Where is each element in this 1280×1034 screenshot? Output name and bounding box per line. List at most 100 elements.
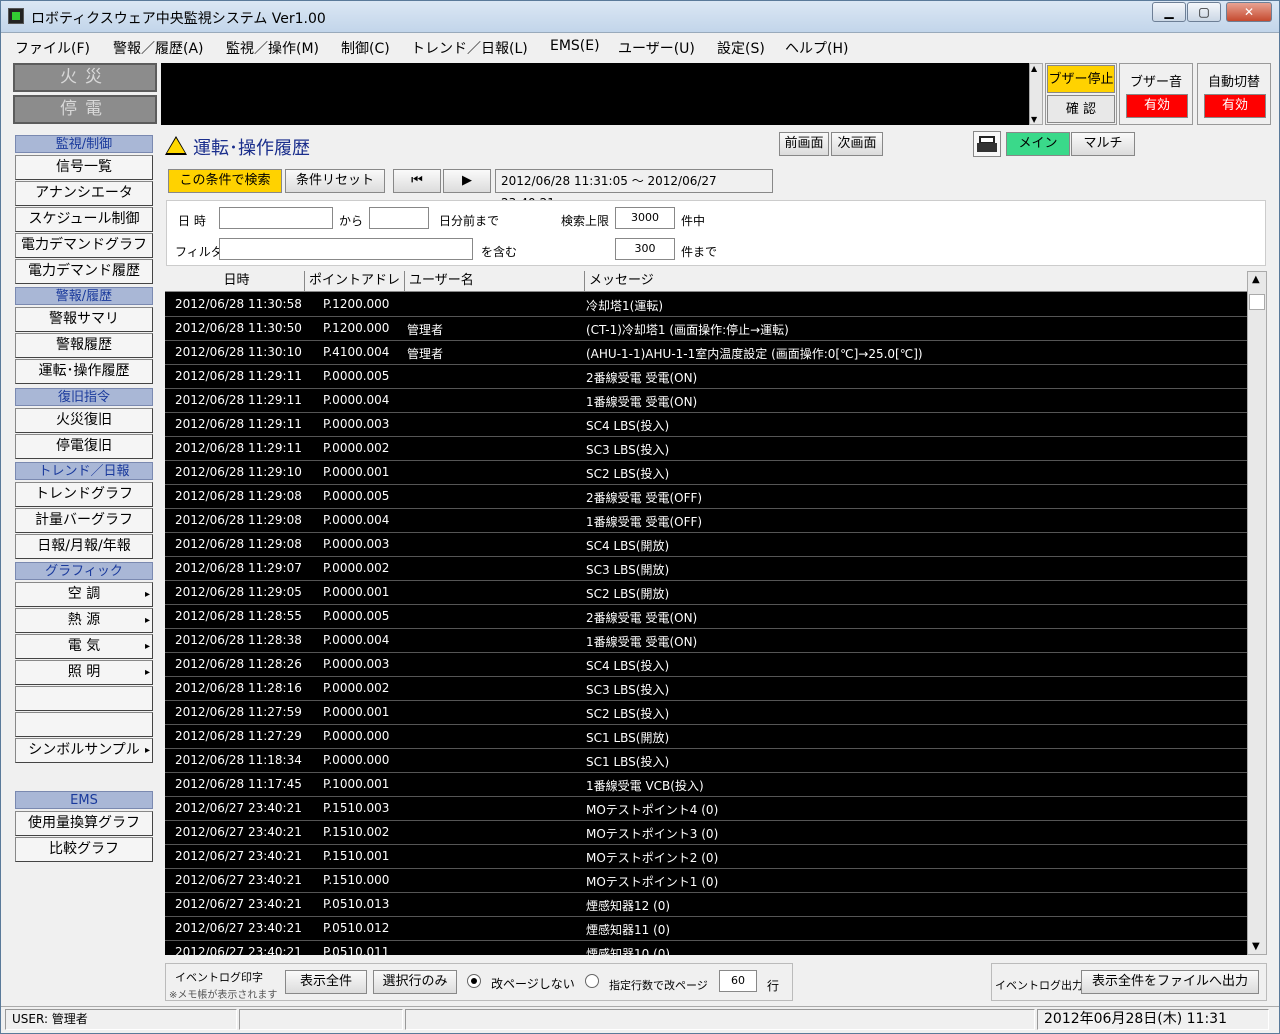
close-button[interactable]: ✕	[1226, 2, 1272, 22]
table-row[interactable]: 2012/06/28 11:27:29 P.0000.000 SC1 LBS(開放)	[165, 725, 1247, 749]
buzzer-sound-toggle[interactable]: 有効	[1126, 94, 1188, 118]
sidebar-item-usage-graph[interactable]: 使用量換算グラフ	[15, 811, 153, 836]
break-by-radio[interactable]	[585, 974, 599, 988]
sidebar-item-annunciator[interactable]: アナンシエータ	[15, 181, 153, 206]
table-row[interactable]: 2012/06/27 23:40:21 P.0510.012 煙感知器11 (0)	[165, 917, 1247, 941]
fire-alarm-button[interactable]: 火災	[13, 63, 157, 92]
table-row[interactable]: 2012/06/28 11:30:58 P.1200.000 冷却塔1(運転)	[165, 293, 1247, 317]
table-row[interactable]: 2012/06/28 11:29:05 P.0000.001 SC2 LBS(開放)	[165, 581, 1247, 605]
menu-ems[interactable]: EMS(E)	[550, 38, 600, 54]
outage-alarm-button[interactable]: 停電	[13, 95, 157, 124]
print-all-button[interactable]: 表示全件	[285, 970, 367, 994]
table-row[interactable]: 2012/06/28 11:30:50 P.1200.000 管理者 (CT-1)冷却…	[165, 317, 1247, 341]
confirm-button[interactable]: 確 認	[1047, 95, 1115, 123]
table-row[interactable]: 2012/06/28 11:29:11 P.0000.003 SC4 LBS(投入)	[165, 413, 1247, 437]
sidebar-item-symbol-sample[interactable]: シンボルサンプル	[15, 738, 153, 763]
reset-button[interactable]: 条件リセット	[285, 169, 385, 193]
menu-settings[interactable]: 設定(S)	[717, 38, 765, 58]
table-row[interactable]: 2012/06/27 23:40:21 P.1510.003 MOテストポイント4 …	[165, 797, 1247, 821]
menu-alarm-history[interactable]: 警報／履歴(A)	[113, 38, 204, 58]
minimize-button[interactable]: ▁	[1152, 2, 1186, 22]
search-limit-input[interactable]: 3000	[615, 207, 675, 229]
alarm-scrollbar[interactable]: ▲ ▼	[1029, 63, 1043, 125]
sidebar-item-fire-recovery[interactable]: 火災復旧	[15, 408, 153, 433]
sidebar-item-empty-2[interactable]	[15, 712, 153, 737]
table-row[interactable]: 2012/06/28 11:27:59 P.0000.001 SC2 LBS(投入)	[165, 701, 1247, 725]
lines-input[interactable]: 60	[719, 970, 757, 992]
table-row[interactable]: 2012/06/28 11:29:08 P.0000.005 2番線受電 受電(OF…	[165, 485, 1247, 509]
multi-view-button[interactable]: マルチ	[1071, 132, 1135, 156]
sidebar-item-electricity[interactable]: 電 気	[15, 634, 153, 659]
display-count-input[interactable]: 300	[615, 238, 675, 260]
table-row[interactable]: 2012/06/28 11:28:55 P.0000.005 2番線受電 受電(ON…	[165, 605, 1247, 629]
table-row[interactable]: 2012/06/28 11:29:10 P.0000.001 SC2 LBS(投入)	[165, 461, 1247, 485]
sidebar-item-operation-history[interactable]: 運転･操作履歴	[15, 359, 153, 384]
col-user-name[interactable]: ユーザー名	[405, 271, 585, 292]
table-row[interactable]: 2012/06/27 23:40:21 P.1510.002 MOテストポイント3 …	[165, 821, 1247, 845]
table-row[interactable]: 2012/06/28 11:17:45 P.1000.001 1番線受電 VCB(投…	[165, 773, 1247, 797]
sidebar-item-outage-recovery[interactable]: 停電復旧	[15, 434, 153, 459]
auto-switch-toggle[interactable]: 有効	[1204, 94, 1266, 118]
sidebar-item-empty-1[interactable]	[15, 686, 153, 711]
main-view-button[interactable]: メイン	[1006, 132, 1070, 156]
sidebar-item-demand-graph[interactable]: 電力デマンドグラフ	[15, 233, 153, 258]
menu-help[interactable]: ヘルプ(H)	[785, 38, 848, 58]
next-screen-button[interactable]: 次画面	[831, 132, 883, 156]
col-point-address[interactable]: ポイントアドレス	[305, 271, 405, 308]
sidebar-item-signal-list[interactable]: 信号一覧	[15, 155, 153, 180]
menu-control[interactable]: 制御(C)	[341, 38, 390, 58]
table-row[interactable]: 2012/06/28 11:18:34 P.0000.000 SC1 LBS(投入)	[165, 749, 1247, 773]
scroll-up-icon[interactable]: ▲	[1252, 274, 1260, 285]
table-row[interactable]: 2012/06/27 23:40:21 P.0510.011 煙感知器10 (0)	[165, 941, 1247, 955]
export-button[interactable]: 表示全件をファイルへ出力	[1081, 970, 1259, 994]
days-input[interactable]	[369, 207, 429, 229]
sidebar-item-trend-graph[interactable]: トレンドグラフ	[15, 482, 153, 507]
table-row[interactable]: 2012/06/28 11:29:11 P.0000.004 1番線受電 受電(ON…	[165, 389, 1247, 413]
sidebar-item-reports[interactable]: 日報/月報/年報	[15, 534, 153, 559]
print-selected-button[interactable]: 選択行のみ	[373, 970, 457, 994]
col-message[interactable]: メッセージ	[585, 271, 1247, 292]
sidebar-item-schedule[interactable]: スケジュール制御	[15, 207, 153, 232]
date-from-input[interactable]	[219, 207, 333, 229]
table-row[interactable]: 2012/06/27 23:40:21 P.0510.013 煙感知器12 (0)	[165, 893, 1247, 917]
scroll-thumb[interactable]	[1249, 294, 1265, 310]
table-row[interactable]: 2012/06/28 11:30:10 P.4100.004 管理者 (AHU-1-1…	[165, 341, 1247, 365]
scroll-down-icon[interactable]: ▼	[1031, 115, 1037, 124]
sidebar-item-heat-source[interactable]: 熱 源	[15, 608, 153, 633]
table-row[interactable]: 2012/06/28 11:28:16 P.0000.002 SC3 LBS(投入)	[165, 677, 1247, 701]
search-button[interactable]: この条件で検索	[168, 169, 282, 193]
sidebar-item-air-conditioning[interactable]: 空 調	[15, 582, 153, 607]
menu-user[interactable]: ユーザー(U)	[618, 38, 695, 58]
table-row[interactable]: 2012/06/28 11:28:26 P.0000.003 SC4 LBS(投入)	[165, 653, 1247, 677]
table-row[interactable]: 2012/06/27 23:40:21 P.1510.001 MOテストポイント2 …	[165, 845, 1247, 869]
table-row[interactable]: 2012/06/28 11:29:11 P.0000.002 SC3 LBS(投入)	[165, 437, 1247, 461]
table-row[interactable]: 2012/06/28 11:29:11 P.0000.005 2番線受電 受電(ON…	[165, 365, 1247, 389]
table-row[interactable]: 2012/06/28 11:28:38 P.0000.004 1番線受電 受電(ON…	[165, 629, 1247, 653]
sidebar-item-alarm-summary[interactable]: 警報サマリ	[15, 307, 153, 332]
sidebar-item-lighting[interactable]: 照 明	[15, 660, 153, 685]
sidebar-item-demand-history[interactable]: 電力デマンド履歴	[15, 259, 153, 284]
sidebar-item-comparison-graph[interactable]: 比較グラフ	[15, 837, 153, 862]
sidebar-item-alarm-history[interactable]: 警報履歴	[15, 333, 153, 358]
table-row[interactable]: 2012/06/28 11:29:08 P.0000.003 SC4 LBS(開放)	[165, 533, 1247, 557]
sidebar-item-bar-graph[interactable]: 計量バーグラフ	[15, 508, 153, 533]
printer-icon[interactable]	[973, 131, 1001, 157]
table-row[interactable]: 2012/06/28 11:29:07 P.0000.002 SC3 LBS(開放)	[165, 557, 1247, 581]
table-row[interactable]: 2012/06/28 11:29:08 P.0000.004 1番線受電 受電(OF…	[165, 509, 1247, 533]
menu-monitor[interactable]: 監視／操作(M)	[226, 38, 319, 58]
table-scrollbar[interactable]: ▲ ▼	[1247, 271, 1267, 955]
first-page-button[interactable]: ⏮	[393, 169, 441, 193]
buzzer-stop-button[interactable]: ブザー停止	[1047, 65, 1115, 93]
menu-file[interactable]: ファイル(F)	[15, 38, 90, 58]
filter-input[interactable]	[219, 238, 473, 260]
prev-screen-button[interactable]: 前画面	[779, 132, 829, 156]
maximize-button[interactable]: ▢	[1187, 2, 1221, 22]
no-break-radio[interactable]	[467, 974, 481, 988]
scroll-up-icon[interactable]: ▲	[1031, 64, 1037, 73]
menu-trend[interactable]: トレンド／日報(L)	[411, 38, 528, 58]
next-page-button[interactable]: ▶	[443, 169, 491, 193]
table-row[interactable]: 2012/06/27 23:40:21 P.1510.000 MOテストポイント1 …	[165, 869, 1247, 893]
scroll-down-icon[interactable]: ▼	[1252, 941, 1260, 952]
history-table[interactable]: 2012/06/28 11:30:58 P.1200.000 冷却塔1(運転) 201…	[165, 271, 1247, 955]
col-datetime[interactable]: 日時	[165, 271, 305, 292]
